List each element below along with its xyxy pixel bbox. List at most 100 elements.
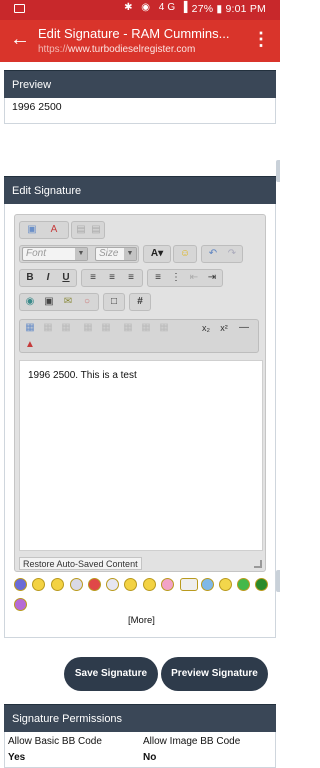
outdent-icon[interactable]: ⇤	[186, 271, 202, 285]
status-battery-time: 27% ▮ 9:01 PM	[191, 3, 266, 15]
ordered-list-icon[interactable]: ≡	[150, 271, 166, 285]
paste-text-icon[interactable]: ▤	[74, 223, 88, 237]
signature-permissions-header: Signature Permissions	[4, 704, 276, 733]
signature-editor: ▣ A ▤ ▤ Font ▼ Size ▼ A▾ ☺ ↶ ↷ B I U ≡ ≡ ≡…	[14, 214, 266, 572]
bold-icon[interactable]: B	[22, 271, 38, 285]
status-icons: ✱ ◉ 4G ▌	[124, 2, 194, 13]
editor-text: 1996 2500. This is a test	[28, 370, 137, 381]
permission-value: No	[143, 752, 157, 763]
align-left-icon[interactable]: ≡	[84, 271, 102, 285]
delete-col-icon[interactable]: ▦	[138, 321, 154, 335]
subscript-icon[interactable]: x₂	[198, 321, 214, 335]
horizontal-rule-icon[interactable]: —	[236, 321, 252, 335]
image-icon[interactable]: ▣	[41, 295, 57, 309]
toolbar-group-source: ▣ A	[19, 221, 69, 239]
merge-cells-icon[interactable]: ▦	[156, 321, 172, 335]
preview-header: Preview	[4, 70, 276, 99]
back-arrow-icon[interactable]: ←	[10, 29, 30, 49]
overflow-menu-icon[interactable]: ⋮	[252, 30, 270, 48]
table-row-icon[interactable]: ▦	[40, 321, 56, 335]
redo-icon[interactable]: ↷	[223, 247, 241, 261]
status-bar: ✱ ◉ 4G ▌ 27% ▮ 9:01 PM	[0, 0, 280, 20]
smilie-icon[interactable]	[88, 578, 101, 591]
toolbar-group-history: ↶ ↷	[201, 245, 243, 263]
size-select-label: Size	[99, 248, 119, 259]
smilie-icon[interactable]	[106, 578, 119, 591]
smilie-icon[interactable]	[14, 578, 27, 591]
smilie-icon[interactable]	[143, 578, 156, 591]
font-select-label: Font	[26, 248, 47, 259]
permission-label: Allow Basic BB Code	[8, 736, 102, 747]
toolbar-group-align: ≡ ≡ ≡	[81, 269, 143, 287]
remove-format-icon[interactable]: A	[44, 223, 64, 237]
chevron-down-icon: ▼	[124, 248, 136, 260]
smilie-icon[interactable]	[237, 578, 250, 591]
smilie-icon[interactable]: ☺	[177, 247, 193, 261]
edit-signature-header: Edit Signature	[4, 176, 276, 205]
superscript-icon[interactable]: x²	[216, 321, 232, 335]
smilies-bar	[14, 578, 270, 612]
toolbar-group-table: ▦ ▦ ▦ ▦ ▦ ▦ ▦ ▦ x₂ x² — ▲	[19, 319, 259, 353]
toolbar-group-format: B I U	[19, 269, 77, 287]
permission-label: Allow Image BB Code	[143, 736, 241, 747]
signature-textarea[interactable]: 1996 2500. This is a test	[19, 360, 263, 551]
toolbar-group-lists: ≡ ⋮ ⇤ ⇥	[147, 269, 223, 287]
hash-icon[interactable]: #	[132, 295, 148, 309]
smilie-icon[interactable]	[180, 578, 198, 591]
email-icon[interactable]: ✉	[60, 295, 76, 309]
toolbar-group-smilie: ☺	[173, 245, 197, 263]
undo-icon[interactable]: ↶	[204, 247, 222, 261]
smilie-icon[interactable]	[70, 578, 83, 591]
source-mode-icon[interactable]: ▣	[22, 223, 42, 237]
smilie-icon[interactable]	[51, 578, 64, 591]
preview-text: 1996 2500	[12, 101, 62, 113]
italic-icon[interactable]: I	[40, 271, 56, 285]
side-scroll-tab[interactable]	[276, 160, 280, 182]
toolbar-group-font: Font ▼ Size ▼	[19, 245, 139, 263]
smilie-icon[interactable]	[32, 578, 45, 591]
table-col-icon[interactable]: ▦	[58, 321, 74, 335]
toolbar-group-paste: ▤ ▤	[71, 221, 105, 239]
page-title: Edit Signature - RAM Cummins...	[38, 26, 230, 41]
chevron-down-icon: ▼	[75, 248, 87, 260]
app-bar: ← Edit Signature - RAM Cummins... https:…	[0, 20, 280, 62]
toolbar-group-insert: ◉ ▣ ✉ ○	[19, 293, 99, 311]
align-center-icon[interactable]: ≡	[103, 271, 121, 285]
insert-row-icon[interactable]: ▦	[80, 321, 96, 335]
permission-value: Yes	[8, 752, 26, 763]
url-host: www.turbodieselregister.com	[68, 44, 196, 55]
toolbar-group-color: A▾	[143, 245, 171, 263]
indent-icon[interactable]: ⇥	[204, 271, 220, 285]
save-signature-button[interactable]: Save Signature	[64, 657, 158, 691]
page-url: https://www.turbodieselregister.com	[38, 44, 238, 55]
paste-word-icon[interactable]: ▤	[89, 223, 103, 237]
smilie-icon[interactable]	[255, 578, 268, 591]
restore-autosave-button[interactable]: Restore Auto-Saved Content	[19, 557, 142, 570]
font-select[interactable]: Font ▼	[22, 247, 88, 261]
smilie-icon[interactable]	[219, 578, 232, 591]
quote-icon[interactable]: □	[106, 295, 122, 309]
smilie-icon[interactable]	[124, 578, 137, 591]
toolbar-group-quote: □	[103, 293, 125, 311]
smilie-icon[interactable]	[201, 578, 214, 591]
smilie-icon[interactable]	[161, 578, 174, 591]
preview-signature-button[interactable]: Preview Signature	[161, 657, 268, 691]
pdf-icon[interactable]: ▲	[22, 338, 38, 352]
unlink-icon[interactable]: ○	[79, 295, 95, 309]
smilie-icon[interactable]	[14, 598, 27, 611]
text-color-icon[interactable]: A▾	[146, 247, 168, 261]
url-scheme: https://	[38, 44, 69, 55]
resize-grip-icon[interactable]	[254, 560, 262, 568]
delete-row-icon[interactable]: ▦	[98, 321, 114, 335]
table-icon[interactable]: ▦	[22, 321, 38, 335]
insert-col-icon[interactable]: ▦	[120, 321, 136, 335]
unordered-list-icon[interactable]: ⋮	[168, 271, 184, 285]
side-scroll-tab-lower[interactable]	[276, 570, 280, 592]
link-icon[interactable]: ◉	[22, 295, 38, 309]
underline-icon[interactable]: U	[58, 271, 74, 285]
toolbar-group-code: #	[129, 293, 151, 311]
more-smilies-link[interactable]: [More]	[128, 615, 155, 626]
size-select[interactable]: Size ▼	[95, 247, 137, 261]
align-right-icon[interactable]: ≡	[122, 271, 140, 285]
gallery-notification-icon	[14, 4, 25, 13]
